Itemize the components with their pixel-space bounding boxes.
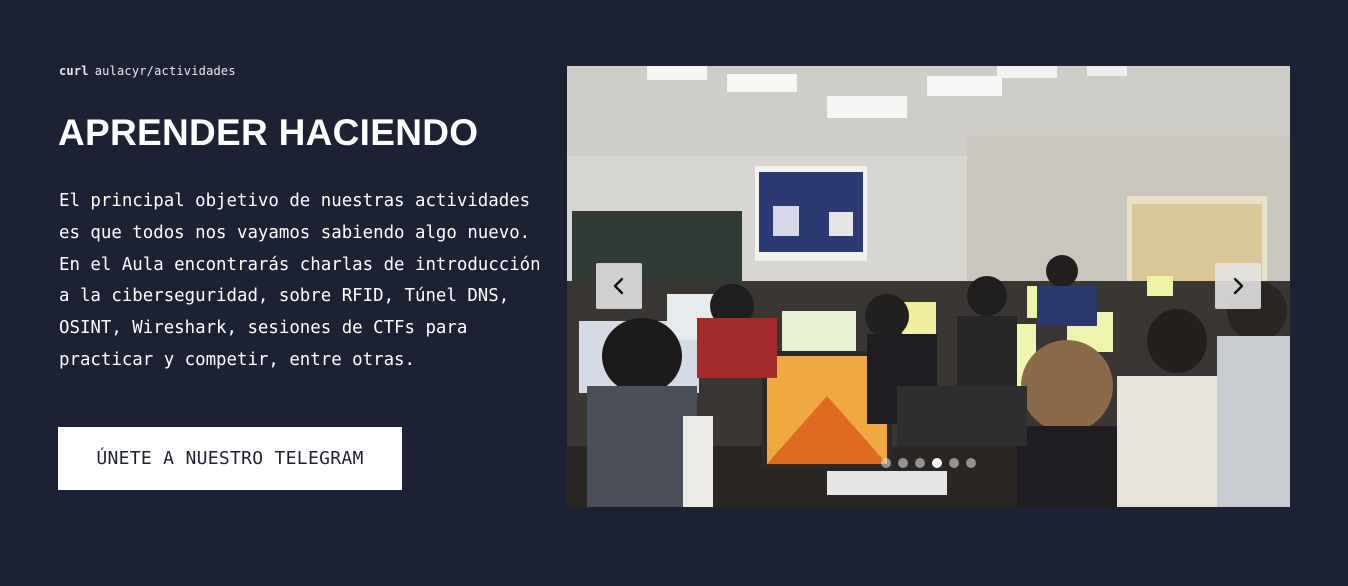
carousel-dot[interactable]: [881, 458, 891, 468]
carousel-next-button[interactable]: [1215, 263, 1261, 309]
section-title: APRENDER HACIENDO: [58, 112, 479, 153]
carousel-dot[interactable]: [898, 458, 908, 468]
photo-carousel: [567, 66, 1290, 507]
carousel-dot[interactable]: [949, 458, 959, 468]
carousel-dot[interactable]: [915, 458, 925, 468]
telegram-join-button[interactable]: ÚNETE A NUESTRO TELEGRAM: [58, 427, 402, 490]
carousel-dot[interactable]: [966, 458, 976, 468]
chevron-right-icon: [1233, 277, 1244, 295]
carousel-prev-button[interactable]: [596, 263, 642, 309]
chevron-left-icon: [613, 277, 624, 295]
command-name: curl: [59, 64, 89, 78]
carousel-indicators: [881, 458, 976, 468]
command-path: aulacyr/actividades: [94, 64, 236, 78]
terminal-command: curl aulacyr/actividades: [59, 64, 236, 78]
carousel-dot[interactable]: [932, 458, 942, 468]
carousel-slide-image: [567, 66, 1290, 507]
section-description: El principal objetivo de nuestras activi…: [59, 191, 541, 370]
